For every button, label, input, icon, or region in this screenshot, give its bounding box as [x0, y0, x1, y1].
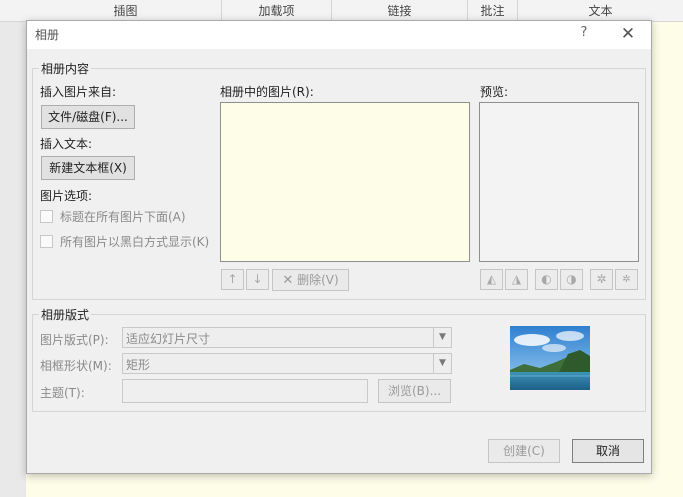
rotate-left-button[interactable]: ◭: [480, 269, 503, 290]
delete-icon: ✕: [282, 273, 294, 288]
album-content-title: 相册内容: [39, 60, 92, 77]
dialog-title: 相册: [35, 28, 60, 42]
preview-box: [479, 102, 639, 262]
theme-label: 主题(T):: [40, 386, 85, 400]
chevron-down-icon: ▼: [433, 354, 451, 373]
chevron-down-icon: ▼: [433, 328, 451, 347]
ribbon-group-illustrations[interactable]: 插图: [30, 0, 222, 22]
pictures-in-album-label: 相册中的图片(R):: [220, 85, 314, 99]
help-icon[interactable]: ?: [576, 25, 592, 43]
ribbon-group-comments[interactable]: 批注: [468, 0, 518, 22]
picture-layout-label: 图片版式(P):: [40, 333, 109, 347]
move-down-button[interactable]: ↓: [246, 269, 269, 290]
contrast-up-button[interactable]: ◐: [535, 269, 558, 290]
landscape-thumbnail-image: [510, 326, 590, 390]
insert-from-label: 插入图片来自:: [40, 85, 117, 99]
caption-below-checkbox[interactable]: [40, 210, 53, 223]
preview-label: 预览:: [480, 85, 509, 99]
contrast-down-button[interactable]: ◑: [560, 269, 583, 290]
theme-input[interactable]: [122, 379, 368, 403]
black-white-label: 所有图片以黑白方式显示(K): [60, 235, 210, 249]
new-textbox-button[interactable]: 新建文本框(X): [41, 156, 135, 180]
layout-preview-thumbnail: [510, 326, 590, 390]
move-up-button[interactable]: ↑: [221, 269, 244, 290]
frame-shape-select[interactable]: 矩形 ▼: [122, 353, 452, 374]
delete-label: 删除(V): [297, 273, 339, 287]
picture-layout-value: 适应幻灯片尺寸: [126, 332, 211, 346]
picture-options-label: 图片选项:: [40, 189, 93, 203]
file-disk-button[interactable]: 文件/磁盘(F)...: [41, 105, 135, 129]
cancel-button[interactable]: 取消: [572, 439, 644, 463]
rotate-right-button[interactable]: ◮: [505, 269, 528, 290]
insert-text-label: 插入文本:: [40, 137, 93, 151]
black-white-checkbox[interactable]: [40, 235, 53, 248]
album-layout-title: 相册版式: [39, 306, 92, 323]
ribbon-strip: 插图 加载项 链接 批注 文本: [0, 0, 683, 22]
frame-shape-label: 相框形状(M):: [40, 359, 112, 373]
brightness-down-button[interactable]: ✲: [615, 269, 638, 290]
pictures-in-album-list[interactable]: [220, 102, 470, 262]
ribbon-group-links[interactable]: 链接: [332, 0, 468, 22]
close-icon[interactable]: ✕: [617, 24, 639, 46]
caption-below-label: 标题在所有图片下面(A): [60, 210, 186, 224]
frame-shape-value: 矩形: [126, 358, 151, 372]
picture-layout-select[interactable]: 适应幻灯片尺寸 ▼: [122, 327, 452, 348]
dialog-titlebar: 相册 ? ✕: [27, 21, 651, 49]
photo-album-dialog: 相册 ? ✕ 相册内容 插入图片来自: 文件/磁盘(F)... 插入文本: 新建…: [26, 20, 652, 474]
ribbon-group-text[interactable]: 文本: [518, 0, 683, 22]
ribbon-group-addins[interactable]: 加载项: [222, 0, 332, 22]
brightness-up-button[interactable]: ✲: [590, 269, 613, 290]
create-button[interactable]: 创建(C): [488, 439, 560, 463]
browse-button[interactable]: 浏览(B)...: [378, 379, 451, 403]
delete-button[interactable]: ✕ 删除(V): [272, 269, 349, 291]
